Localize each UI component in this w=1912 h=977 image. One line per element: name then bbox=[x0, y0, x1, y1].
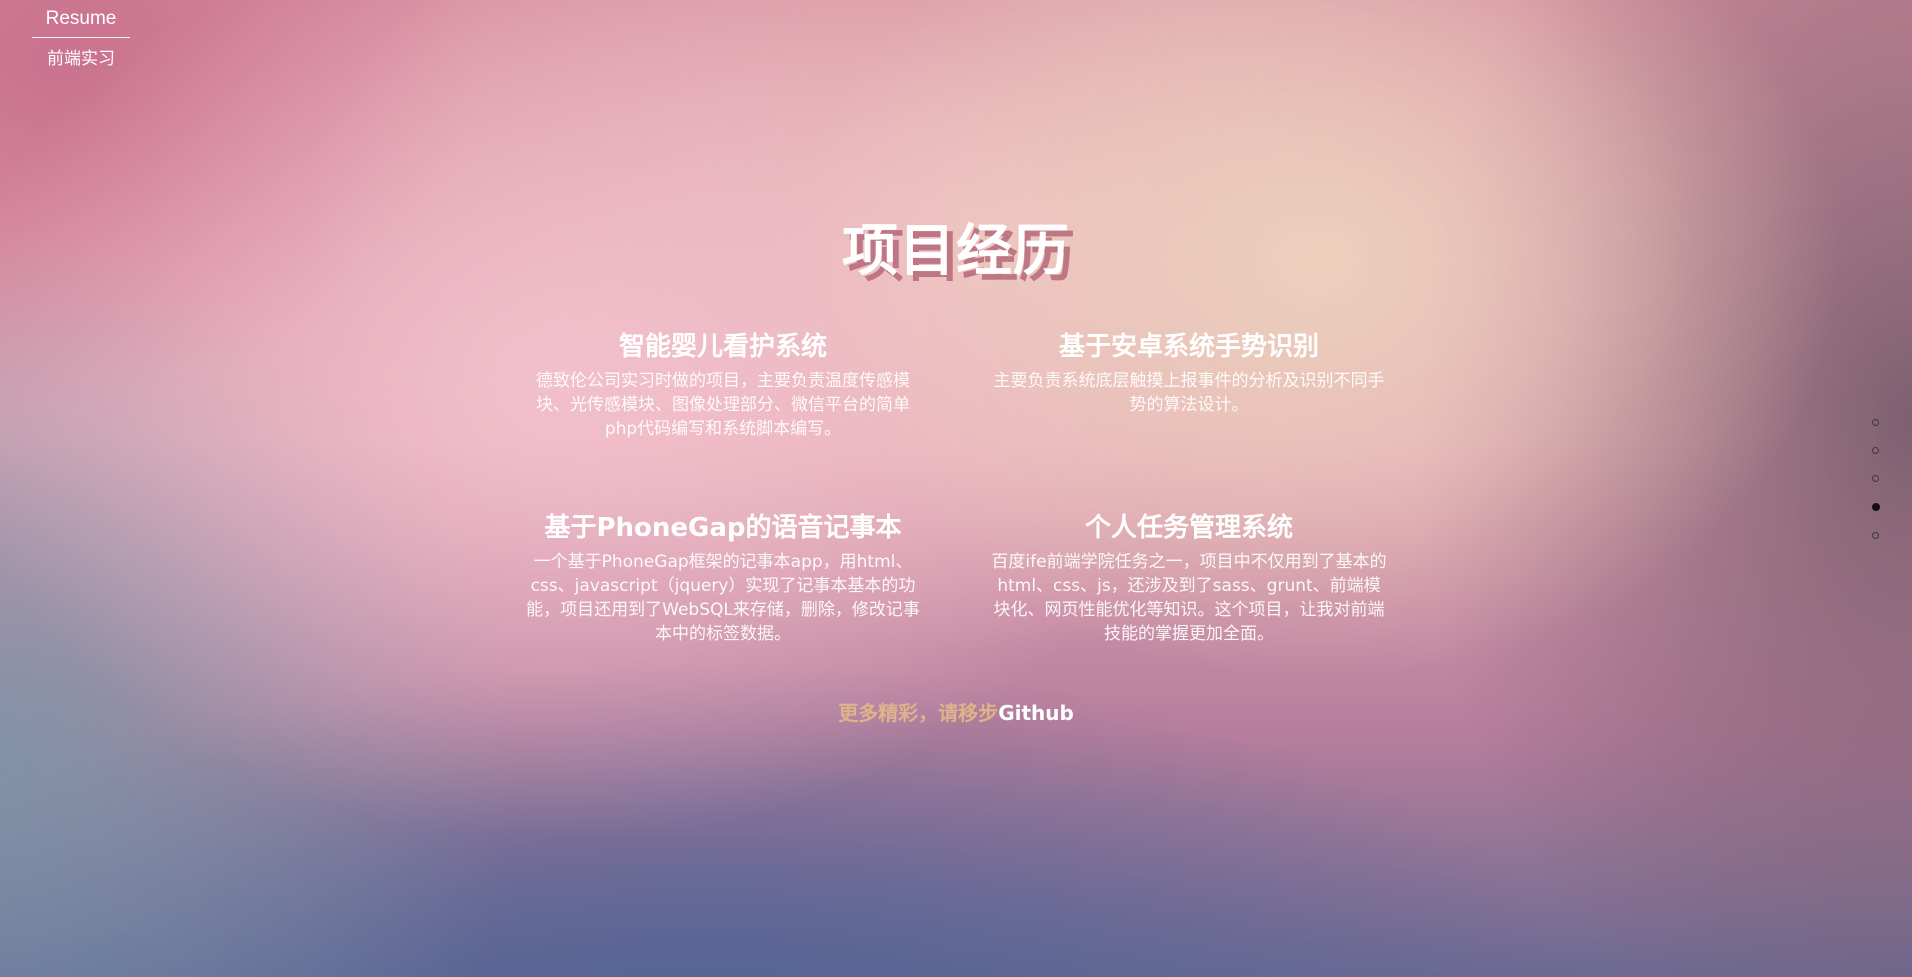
section-pager bbox=[1870, 419, 1884, 560]
brand-title[interactable]: Resume bbox=[32, 8, 130, 38]
brand-subtitle: 前端实习 bbox=[47, 49, 115, 68]
section-title: 项目经历 bbox=[842, 219, 1070, 284]
github-link[interactable]: Github bbox=[998, 701, 1074, 725]
brand[interactable]: Resume 前端实习 bbox=[32, 8, 130, 69]
project-title: 基于PhoneGap的语音记事本 bbox=[544, 513, 902, 543]
project-title: 基于安卓系统手势识别 bbox=[1058, 332, 1319, 362]
project-card: 智能婴儿看护系统 德致伦公司实习时做的项目，主要负责温度传感模块、光传感模块、图… bbox=[523, 326, 923, 441]
pager-dot[interactable] bbox=[1872, 532, 1879, 539]
pager-dot[interactable] bbox=[1872, 419, 1879, 426]
project-title: 智能婴儿看护系统 bbox=[618, 332, 827, 362]
project-card: 个人任务管理系统 百度ife前端学院任务之一，项目中不仅用到了基本的html、c… bbox=[989, 507, 1389, 646]
more-prefix: 更多精彩，请移步 bbox=[838, 701, 999, 725]
project-title: 个人任务管理系统 bbox=[1084, 513, 1293, 543]
project-description: 百度ife前端学院任务之一，项目中不仅用到了基本的html、css、js，还涉及… bbox=[991, 552, 1387, 644]
project-card: 基于安卓系统手势识别 主要负责系统底层触摸上报事件的分析及识别不同手势的算法设计… bbox=[989, 326, 1389, 417]
pager-dot[interactable] bbox=[1872, 475, 1879, 482]
project-card: 基于PhoneGap的语音记事本 一个基于PhoneGap框架的记事本app，用… bbox=[523, 507, 923, 646]
project-description: 德致伦公司实习时做的项目，主要负责温度传感模块、光传感模块、图像处理部分、微信平… bbox=[536, 371, 910, 439]
more-projects: 更多精彩，请移步Github bbox=[0, 697, 1912, 726]
project-description: 主要负责系统底层触摸上报事件的分析及识别不同手势的算法设计。 bbox=[993, 371, 1385, 415]
pager-dot[interactable] bbox=[1872, 447, 1879, 454]
pager-dot[interactable] bbox=[1872, 503, 1880, 511]
project-description: 一个基于PhoneGap框架的记事本app，用html、css、javascri… bbox=[526, 552, 920, 644]
